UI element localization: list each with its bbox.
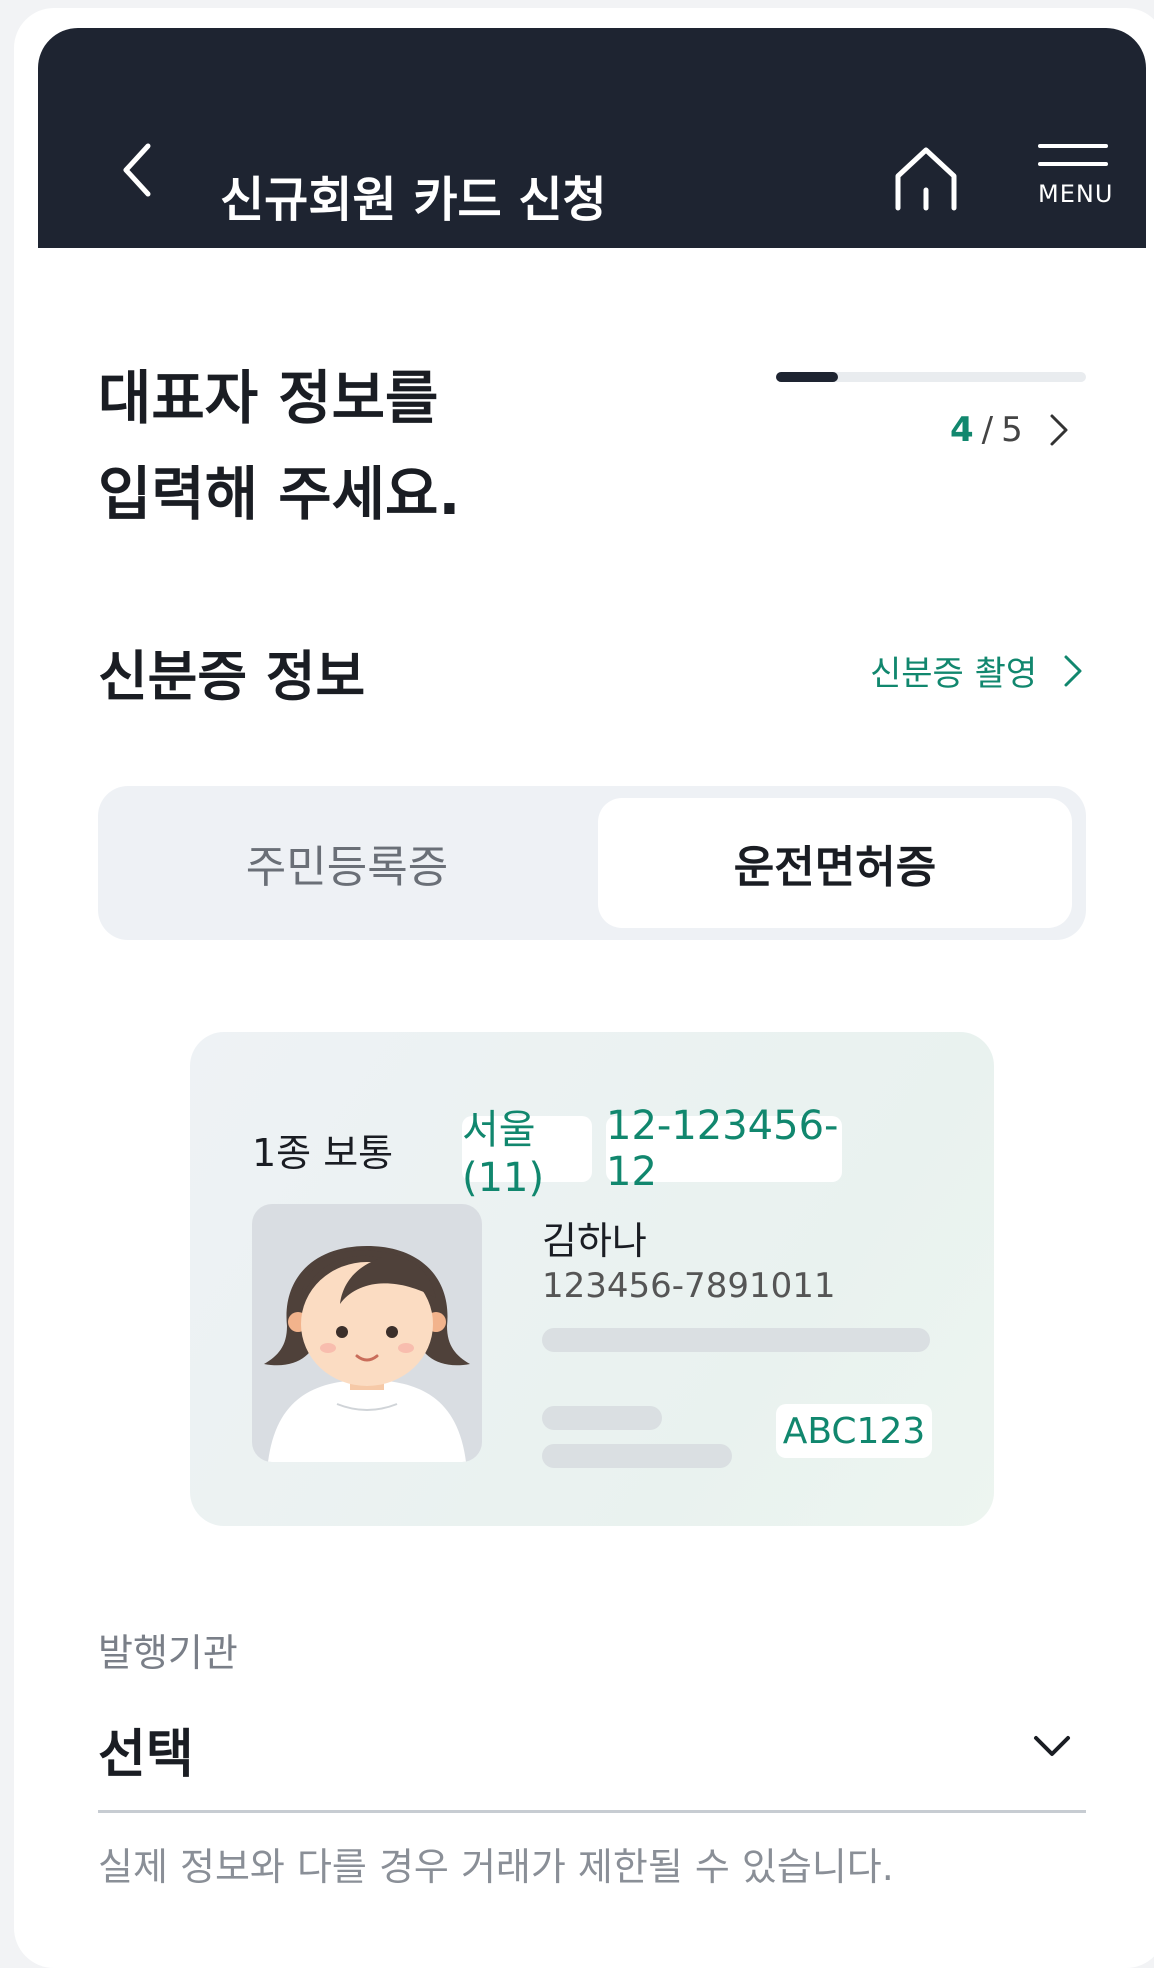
id-capture-link[interactable]: 신분증 촬영	[870, 646, 1091, 695]
placeholder-bar	[542, 1444, 732, 1468]
page-header-title: 신규회원 카드 신청	[220, 172, 607, 228]
hamburger-icon	[1038, 144, 1128, 166]
page-heading-line1: 대표자 정보를	[98, 364, 439, 432]
chevron-right-icon	[1050, 414, 1068, 446]
license-card-preview: 1종 보통 서울(11) 12-123456-12 김하나 123456-789…	[190, 1032, 994, 1526]
page-heading: 대표자 정보를 입력해 주세요.	[98, 350, 460, 542]
placeholder-bar	[542, 1328, 930, 1352]
license-number-chip: 12-123456-12	[606, 1103, 842, 1195]
person-avatar-icon	[264, 1246, 470, 1462]
tab-resident-card[interactable]: 주민등록증	[110, 798, 584, 928]
menu-label: MENU	[1038, 180, 1114, 208]
issuer-select[interactable]: 선택	[98, 1700, 1086, 1813]
step-indicator[interactable]: 4 / 5	[950, 410, 1077, 450]
id-capture-label: 신분증 촬영	[870, 654, 1038, 694]
license-holder-name: 김하나	[542, 1219, 647, 1263]
progress-bar	[776, 372, 1086, 382]
progress-fill	[776, 372, 838, 382]
tab-driver-license[interactable]: 운전면허증	[598, 798, 1072, 928]
issuer-label: 발행기관	[98, 1631, 238, 1675]
step-separator: /	[981, 410, 994, 450]
avatar	[252, 1204, 482, 1462]
home-button[interactable]	[890, 142, 962, 214]
license-resident-number: 123456-7891011	[542, 1266, 836, 1306]
id-type-segmented-control: 주민등록증 운전면허증	[98, 786, 1086, 940]
issuer-helper-text: 실제 정보와 다를 경우 거래가 제한될 수 있습니다.	[98, 1845, 894, 1889]
license-type: 1종 보통	[252, 1131, 394, 1175]
license-region-chip: 서울(11)	[462, 1107, 592, 1201]
menu-button[interactable]: MENU	[1038, 144, 1128, 234]
id-section-title: 신분증 정보	[98, 645, 366, 708]
chevron-left-icon	[123, 143, 151, 197]
step-total: 5	[1001, 410, 1023, 450]
placeholder-bar	[542, 1406, 662, 1430]
step-current: 4	[950, 410, 974, 450]
app-header: 신규회원 카드 신청 MENU	[38, 28, 1146, 248]
issuer-select-value: 선택	[98, 1725, 194, 1785]
home-icon	[895, 147, 957, 211]
chevron-down-icon	[1034, 1736, 1070, 1756]
page-heading-line2: 입력해 주세요.	[98, 460, 461, 528]
chevron-right-icon	[1064, 655, 1082, 686]
license-serial-chip: ABC123	[776, 1404, 932, 1458]
back-button[interactable]	[104, 138, 168, 202]
